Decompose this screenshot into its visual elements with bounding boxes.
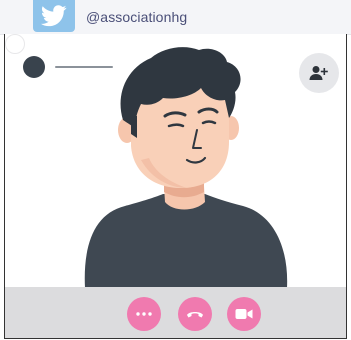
add-user-icon xyxy=(309,66,328,80)
call-controls-bar xyxy=(5,287,346,338)
twitter-badge[interactable] xyxy=(33,0,75,32)
end-call-button[interactable] xyxy=(178,297,212,331)
avatar xyxy=(23,56,45,78)
video-call-window xyxy=(4,34,347,339)
remote-participant-illustration xyxy=(84,47,288,288)
more-options-button[interactable] xyxy=(127,297,161,331)
twitter-bird-icon xyxy=(41,5,67,27)
screen: @associationhg xyxy=(0,0,351,340)
add-participant-button[interactable] xyxy=(299,53,339,93)
window-corner-dot xyxy=(5,34,25,54)
video-camera-icon xyxy=(235,309,253,319)
phone-hangup-icon xyxy=(187,312,203,318)
social-handle-bar: @associationhg xyxy=(0,0,351,35)
ellipsis-icon xyxy=(136,312,152,316)
toggle-video-button[interactable] xyxy=(227,297,261,331)
twitter-handle[interactable]: @associationhg xyxy=(86,9,187,25)
